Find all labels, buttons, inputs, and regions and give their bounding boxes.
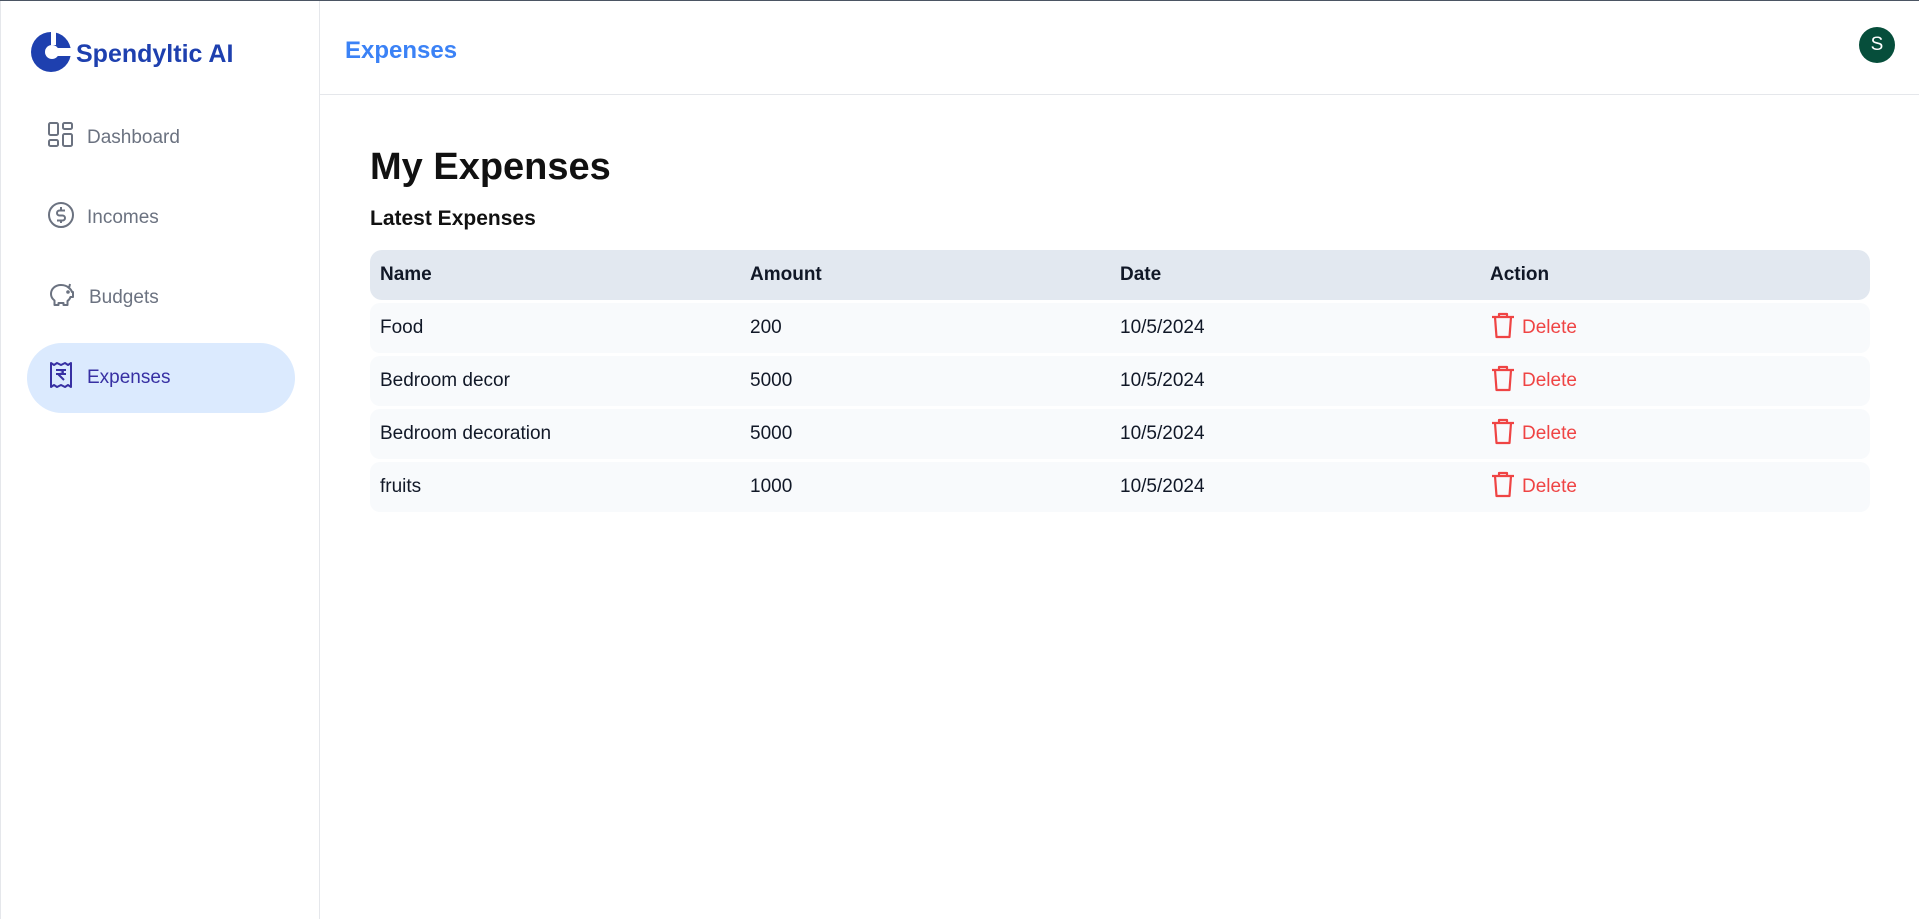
sidebar-nav: Dashboard Incomes Budgets Expenses	[27, 103, 295, 423]
sidebar-item-label: Incomes	[87, 207, 159, 228]
avatar[interactable]: S	[1859, 27, 1895, 63]
delete-label: Delete	[1522, 476, 1577, 497]
delete-label: Delete	[1522, 317, 1577, 338]
page-title: My Expenses	[370, 146, 611, 188]
expense-name: Food	[380, 317, 424, 338]
table-header: Name Amount Date Action	[370, 250, 1870, 300]
expense-name: fruits	[380, 476, 422, 497]
expense-name: Bedroom decoration	[380, 423, 552, 444]
sidebar-item-label: Expenses	[87, 367, 171, 388]
column-header-name: Name	[380, 264, 432, 285]
delete-button[interactable]: Delete	[1490, 417, 1880, 451]
logo-icon	[30, 31, 72, 78]
delete-label: Delete	[1522, 423, 1577, 444]
expense-date: 10/5/2024	[1120, 423, 1205, 444]
app-root: Spendyltic AI Dashboard Incomes Budgets …	[0, 0, 1919, 919]
trash-icon	[1490, 417, 1516, 451]
header-title: Expenses	[345, 37, 458, 64]
expense-amount: 5000	[750, 423, 793, 444]
sidebar-item-budgets[interactable]: Budgets	[27, 263, 295, 333]
column-header-date: Date	[1120, 264, 1162, 285]
app-name: Spendyltic AI	[76, 40, 234, 68]
expense-amount: 1000	[750, 476, 793, 497]
column-header-action: Action	[1490, 264, 1550, 285]
trash-icon	[1490, 364, 1516, 398]
dashboard-icon	[47, 121, 75, 155]
table-row: Bedroom decoration 5000 10/5/2024 Delete	[370, 409, 1870, 459]
dollar-circle-icon	[47, 201, 75, 235]
expense-date: 10/5/2024	[1120, 476, 1205, 497]
main-content: My Expenses Latest Expenses Name Amount …	[370, 146, 1870, 515]
expense-date: 10/5/2024	[1120, 370, 1205, 391]
expense-name: Bedroom decor	[380, 370, 510, 391]
receipt-rupee-icon	[47, 361, 75, 395]
piggy-bank-icon	[47, 281, 77, 315]
table-row: fruits 1000 10/5/2024 Delete	[370, 462, 1870, 512]
sidebar-item-expenses[interactable]: Expenses	[27, 343, 295, 413]
delete-label: Delete	[1522, 370, 1577, 391]
top-bar: Expenses S	[320, 1, 1919, 95]
trash-icon	[1490, 470, 1516, 504]
expense-amount: 5000	[750, 370, 793, 391]
expense-amount: 200	[750, 317, 782, 338]
sidebar-item-label: Budgets	[89, 287, 159, 308]
section-title: Latest Expenses	[370, 207, 536, 230]
table-row: Bedroom decor 5000 10/5/2024 Delete	[370, 356, 1870, 406]
sidebar-item-dashboard[interactable]: Dashboard	[27, 103, 295, 173]
trash-icon	[1490, 311, 1516, 345]
delete-button[interactable]: Delete	[1490, 364, 1880, 398]
app-logo[interactable]: Spendyltic AI	[30, 31, 233, 78]
delete-button[interactable]: Delete	[1490, 311, 1880, 345]
expense-date: 10/5/2024	[1120, 317, 1205, 338]
sidebar: Spendyltic AI Dashboard Incomes Budgets …	[0, 1, 320, 919]
table-row: Food 200 10/5/2024 Delete	[370, 303, 1870, 353]
delete-button[interactable]: Delete	[1490, 470, 1880, 504]
sidebar-item-label: Dashboard	[87, 127, 180, 148]
column-header-amount: Amount	[750, 264, 822, 285]
sidebar-item-incomes[interactable]: Incomes	[27, 183, 295, 253]
expenses-table: Name Amount Date Action Food 200 10/5/20…	[370, 250, 1870, 512]
